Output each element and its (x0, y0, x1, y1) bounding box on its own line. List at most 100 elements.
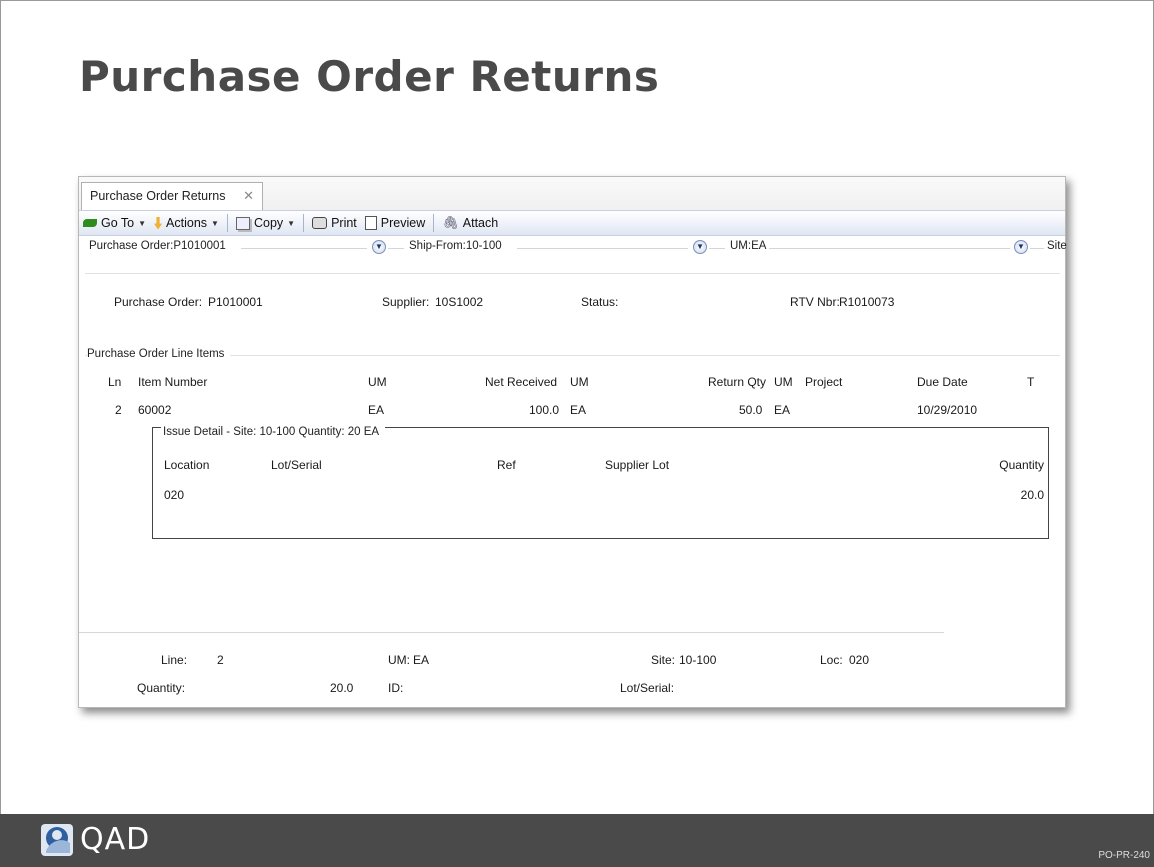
supplier-value: 10S1002 (435, 295, 484, 309)
dropdown-arrow-icon[interactable]: ▼ (138, 219, 146, 228)
actions-label: Actions (166, 216, 208, 230)
col-net-um[interactable]: UM (570, 375, 589, 389)
copy-icon (235, 216, 250, 230)
filter-line (241, 248, 367, 249)
logo-text: QAD (80, 822, 151, 857)
attach-label: Attach (462, 216, 499, 230)
filter-line (769, 248, 1010, 249)
tab-strip: Purchase Order Returns ✕ (79, 177, 1065, 210)
tab-label: Purchase Order Returns (90, 189, 226, 203)
col-um[interactable]: UM (368, 375, 387, 389)
qad-logo-icon (41, 823, 73, 856)
filter-line (517, 248, 688, 249)
col-lot-serial[interactable]: Lot/Serial (271, 458, 322, 472)
filter-line (388, 248, 404, 249)
col-t[interactable]: T (1027, 375, 1034, 389)
tab-purchase-order-returns[interactable]: Purchase Order Returns ✕ (81, 182, 263, 210)
ship-from-filter[interactable]: Ship-From:10-100 (409, 240, 502, 252)
footer-id-label: ID: (388, 681, 404, 695)
paperclip-icon: 🖇 (442, 215, 459, 230)
chevron-down-icon[interactable]: ▼ (693, 240, 707, 254)
divider (85, 273, 1060, 274)
footer-um-label: UM: (388, 653, 410, 667)
row-um: EA (368, 403, 385, 417)
actions-button[interactable]: Actions ▼ (154, 216, 219, 230)
col-due-date[interactable]: Due Date (917, 375, 968, 389)
row-item-number: 60002 (138, 403, 172, 417)
attach-button[interactable]: 🖇 Attach (442, 215, 498, 231)
preview-icon (364, 216, 377, 230)
footer-loc-value: 020 (849, 653, 870, 667)
footer-lot-serial-label: Lot/Serial: (620, 681, 675, 695)
supplier-label: Supplier: (382, 295, 430, 309)
close-icon[interactable]: ✕ (243, 188, 254, 204)
row-return-um: EA (774, 403, 791, 417)
col-net-received[interactable]: Net Received (485, 375, 557, 389)
footer-quantity-value: 20.0 (330, 681, 354, 695)
footer-site-label: Site: (651, 653, 676, 667)
col-item-number[interactable]: Item Number (138, 375, 207, 389)
footer-loc-label: Loc: (820, 653, 843, 667)
col-quantity[interactable]: Quantity (999, 458, 1044, 472)
issue-detail-panel: Issue Detail - Site: 10-100 Quantity: 20… (152, 426, 1049, 539)
issue-detail-title: Issue Detail - Site: 10-100 Quantity: 20… (161, 426, 386, 438)
purchase-order-value: P1010001 (208, 295, 263, 309)
app-window: Purchase Order Returns ✕ Go To ▼ Actions… (78, 176, 1067, 708)
filter-row: Purchase Order:P1010001 ▼ Ship-From:10-1… (79, 237, 1067, 257)
detail-location: 020 (164, 488, 185, 502)
preview-label: Preview (380, 216, 426, 230)
col-return-um[interactable]: UM (774, 375, 793, 389)
toolbar: Go To ▼ Actions ▼ Copy ▼ Print Preview 🖇… (79, 210, 1065, 236)
purchase-order-label: Purchase Order: (114, 295, 203, 309)
col-ln[interactable]: Ln (108, 375, 121, 389)
row-return-qty: 50.0 (739, 403, 763, 417)
col-location[interactable]: Location (164, 458, 209, 472)
col-ref[interactable]: Ref (497, 458, 516, 472)
col-return-qty[interactable]: Return Qty (708, 375, 766, 389)
col-supplier-lot[interactable]: Supplier Lot (605, 458, 669, 472)
printer-icon (312, 217, 328, 229)
footer-line-value: 2 (217, 653, 224, 667)
filter-line (1030, 248, 1044, 249)
row-net-um: EA (570, 403, 587, 417)
actions-icon (154, 216, 163, 230)
preview-button[interactable]: Preview (364, 216, 426, 230)
chevron-down-icon[interactable]: ▼ (372, 240, 386, 254)
print-label: Print (331, 216, 357, 230)
toolbar-separator (433, 214, 435, 232)
footer-um-value: EA (413, 653, 430, 667)
footer-site-value: 10-100 (679, 653, 717, 667)
goto-button[interactable]: Go To ▼ (83, 216, 146, 230)
um-filter[interactable]: UM:EA (730, 240, 766, 252)
goto-icon (83, 219, 97, 227)
copy-button[interactable]: Copy ▼ (235, 216, 295, 230)
toolbar-separator (226, 214, 228, 232)
row-due-date: 10/29/2010 (917, 403, 978, 417)
footer-divider (79, 632, 944, 633)
copy-label: Copy (253, 216, 284, 230)
slide-code: PO-PR-240 (1098, 850, 1150, 861)
footer-line-label: Line: (161, 653, 188, 667)
dropdown-arrow-icon[interactable]: ▼ (211, 219, 219, 228)
detail-quantity: 20.0 (1020, 488, 1044, 502)
chevron-down-icon[interactable]: ▼ (1014, 240, 1028, 254)
line-items-section-title: Purchase Order Line Items (87, 348, 231, 360)
print-button[interactable]: Print (312, 216, 357, 230)
row-net-received: 100.0 (529, 403, 560, 417)
row-ln: 2 (115, 403, 122, 417)
footer-quantity-label: Quantity: (137, 681, 186, 695)
rtv-value: R1010073 (839, 295, 895, 309)
slide-title: Purchase Order Returns (79, 52, 660, 101)
site-filter[interactable]: Site (1047, 240, 1067, 252)
footer-bar: QAD PO-PR-240 (0, 814, 1154, 867)
section-divider (85, 355, 1060, 356)
filter-line (709, 248, 725, 249)
col-project[interactable]: Project (805, 375, 842, 389)
rtv-label: RTV Nbr: (790, 295, 840, 309)
toolbar-separator (303, 214, 305, 232)
dropdown-arrow-icon[interactable]: ▼ (287, 219, 295, 228)
goto-label: Go To (101, 216, 135, 230)
qad-logo: QAD (40, 822, 150, 857)
status-label: Status: (581, 295, 619, 309)
purchase-order-filter[interactable]: Purchase Order:P1010001 (89, 240, 226, 252)
